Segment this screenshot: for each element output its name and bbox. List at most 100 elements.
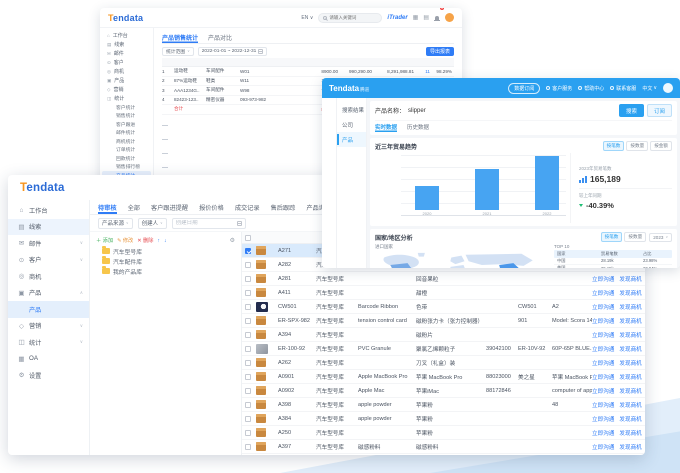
data-tab[interactable]: 实时数据 (375, 123, 397, 132)
discover-action-link[interactable]: 发现商机 (619, 275, 641, 283)
sidebar-item[interactable]: ▤ 线索 (8, 219, 89, 236)
data-tab[interactable]: 历史数据 (407, 123, 429, 132)
communicate-action-link[interactable]: 立即沟通 (592, 373, 614, 381)
product-table-row[interactable]: CW501 汽车型号库 Barcode Ribbon 色带 CW501 A2 立… (242, 300, 645, 314)
discover-action-link[interactable]: 发现商机 (619, 443, 641, 451)
product-table-row[interactable]: A281 汽车型号库 回音果粒 立即沟通 发现商机 (242, 272, 645, 286)
product-table-row[interactable]: A0902 汽车型号库 Apple Mac 苹果iMac 88172846 co… (242, 384, 645, 398)
row-checkbox[interactable] (245, 402, 251, 408)
discover-action-link[interactable]: 发现商机 (619, 331, 641, 339)
global-search-input[interactable] (318, 13, 382, 23)
create-date-input[interactable] (172, 218, 246, 229)
tab[interactable]: 报价价格 (199, 200, 224, 214)
stats-table-row[interactable]: 1运动鞋车间配件W01 8900.00990,290.00 8,291,988.… (162, 67, 454, 77)
nav-item[interactable]: 产品 (337, 132, 366, 147)
date-range-picker[interactable]: 2022-01-01 ~ 2022-12-31 (198, 47, 268, 56)
tab[interactable]: 待审核 (98, 200, 117, 214)
discover-action-link[interactable]: 发现商机 (619, 373, 641, 381)
product-table-row[interactable]: A394 汽车型号库 磁粉片 立即沟通 发现商机 (242, 328, 645, 342)
discover-action-link[interactable]: 发现商机 (619, 387, 641, 395)
discover-action-link[interactable]: 发现商机 (619, 415, 641, 423)
category-folder[interactable]: 我的产品库 (96, 266, 235, 276)
product-code-link[interactable]: A394 (278, 332, 316, 338)
sidebar-subitem[interactable]: 回款统计 (100, 154, 153, 163)
tree-settings-gear-icon[interactable]: ⚙ (230, 237, 235, 244)
category-folder[interactable]: 汽车配件库 (96, 256, 235, 266)
tab[interactable]: 产品对比 (208, 31, 232, 43)
communicate-action-link[interactable]: 立即沟通 (592, 387, 614, 395)
data-subscribe-button[interactable]: 数据订阅 (508, 83, 540, 94)
sidebar-subitem[interactable]: 客户跟进 (100, 120, 153, 129)
product-code-link[interactable]: A282 (278, 262, 316, 268)
row-checkbox[interactable] (245, 346, 251, 352)
product-code-link[interactable]: A250 (278, 430, 316, 436)
move-down-button[interactable]: ↓ (164, 238, 167, 244)
sidebar-subitem[interactable]: 订单统计 (100, 146, 153, 155)
discover-action-link[interactable]: 发现商机 (619, 289, 641, 297)
header-menu-item[interactable]: 客户服务 (546, 85, 572, 92)
toggle-pill[interactable]: 按金额 (650, 141, 672, 151)
product-table-row[interactable]: ER-100-92 汽车型号库 PVC Granule 聚氯乙烯颗粒子 3904… (242, 342, 645, 356)
search-button[interactable]: 搜索 (619, 104, 644, 117)
communicate-action-link[interactable]: 立即沟通 (592, 415, 614, 423)
sidebar-item[interactable]: ⚙ 设置 (8, 367, 89, 384)
itrader-logo[interactable]: iTrader (387, 15, 407, 21)
communicate-action-link[interactable]: 立即沟通 (592, 317, 614, 325)
discover-action-link[interactable]: 发现商机 (619, 303, 641, 311)
product-table-row[interactable]: A384 汽车型号库 apple powder 苹果粉 立即沟通 发现商机 (242, 412, 645, 426)
nav-item[interactable]: 搜索结果 (337, 102, 366, 117)
discover-action-link[interactable]: 发现商机 (619, 429, 641, 437)
product-code-link[interactable]: A0901 (278, 374, 316, 380)
language-switch[interactable]: 中文 ∨ (642, 85, 657, 92)
product-code-link[interactable]: A281 (278, 276, 316, 282)
discover-action-link[interactable]: 发现商机 (619, 345, 641, 353)
sidebar-item[interactable]: ◎ 商机 (8, 268, 89, 285)
row-checkbox[interactable] (245, 444, 251, 450)
category-folder[interactable]: 汽车型号库 (96, 246, 235, 256)
apps-grid-icon[interactable]: ▦ (413, 15, 419, 21)
tab[interactable]: 产品销售统计 (162, 31, 198, 43)
toggle-pill[interactable]: 按笔数 (603, 141, 625, 151)
row-checkbox[interactable] (245, 318, 251, 324)
sidebar-item[interactable]: ⊙ 客户 (100, 58, 153, 67)
communicate-action-link[interactable]: 立即沟通 (592, 303, 614, 311)
communicate-action-link[interactable]: 立即沟通 (592, 443, 614, 451)
communicate-action-link[interactable]: 立即沟通 (592, 275, 614, 283)
hs-code-link[interactable]: 88172846 (486, 388, 518, 394)
product-table-row[interactable]: A411 汽车型号库 甜橙 立即沟通 发现商机 (242, 286, 645, 300)
sidebar-subitem[interactable]: 客户统计 (100, 103, 153, 112)
sidebar-item[interactable]: ◫ 统计 ∨ (8, 334, 89, 351)
hs-code-link[interactable]: 39042100 (486, 346, 518, 352)
discover-action-link[interactable]: 发现商机 (619, 359, 641, 367)
sidebar-item[interactable]: ◎ 商机 (100, 67, 153, 76)
communicate-action-link[interactable]: 立即沟通 (592, 359, 614, 367)
user-avatar[interactable] (663, 83, 673, 93)
sidebar-item[interactable]: ▣ 产品 (100, 76, 153, 85)
product-code-link[interactable]: A0902 (278, 388, 316, 394)
row-checkbox[interactable] (245, 416, 251, 422)
row-checkbox[interactable] (245, 430, 251, 436)
user-avatar[interactable] (445, 13, 454, 22)
list-icon[interactable]: ▤ (423, 15, 429, 21)
row-checkbox[interactable] (245, 248, 251, 254)
product-table-row[interactable]: A262 汽车型号库 刀叉（礼盒）装 立即沟通 发现商机 (242, 356, 645, 370)
tab[interactable]: 成交记录 (235, 200, 260, 214)
move-up-button[interactable]: ↑ (157, 238, 160, 244)
sidebar-item[interactable]: ▤ 线索 (100, 40, 153, 49)
tab[interactable]: 售后跟踪 (271, 200, 296, 214)
sidebar-item[interactable]: ⌂ 工作台 (100, 31, 153, 40)
sidebar-item[interactable]: ⌂ 工作台 (8, 202, 89, 219)
export-report-button[interactable]: 导出报表 (426, 47, 454, 56)
product-code-link[interactable]: A262 (278, 360, 316, 366)
toggle-pill[interactable]: 按数量 (624, 232, 646, 242)
row-checkbox[interactable] (245, 276, 251, 282)
sidebar-item[interactable]: ◇ 营销 (100, 85, 153, 94)
nav-item[interactable]: 公司 (337, 117, 366, 132)
header-menu-item[interactable]: 联系客服 (610, 85, 636, 92)
communicate-action-link[interactable]: 立即沟通 (592, 401, 614, 409)
sidebar-subitem[interactable]: 销售统计 (100, 112, 153, 121)
product-table-row[interactable]: A0901 汽车型号库 Apple MacBook Pro 苹果 MacBook… (242, 370, 645, 384)
row-checkbox[interactable] (245, 388, 251, 394)
discover-action-link[interactable]: 发现商机 (619, 317, 641, 325)
product-code-link[interactable]: CW501 (278, 304, 316, 310)
